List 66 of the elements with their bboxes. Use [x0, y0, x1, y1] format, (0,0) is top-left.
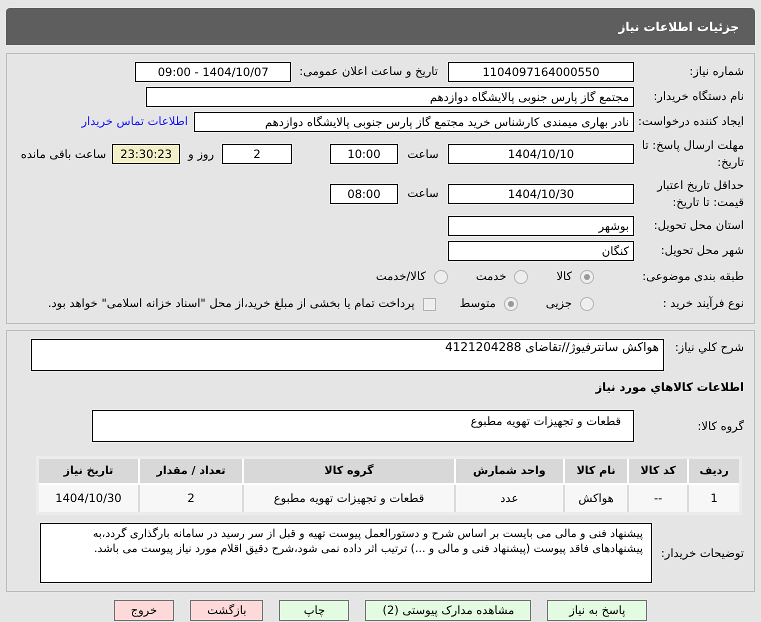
- field-label: ساعت: [406, 146, 440, 163]
- field-label: استان محل تحویل:: [654, 218, 744, 232]
- field-label: حداقل تاریخ اعتبار قیمت: تا تاریخ:: [657, 178, 744, 209]
- action-button[interactable]: خروج: [114, 600, 174, 622]
- field-label: نام دستگاه خریدار:: [653, 89, 744, 104]
- action-button[interactable]: پاسخ به نیاز: [547, 600, 648, 622]
- radio-label: متوسط: [460, 295, 496, 312]
- column-header: نام کالا: [564, 458, 628, 484]
- radio-button[interactable]: [504, 297, 518, 311]
- field-label: ساعت: [406, 185, 440, 202]
- column-header: گروه کالا: [243, 458, 455, 484]
- radio-label: خدمت: [476, 268, 506, 286]
- field-label: طبقه بندی موضوعی:: [642, 269, 744, 284]
- field-label: شهر محل تحویل:: [660, 243, 744, 258]
- goods-group-textarea[interactable]: قطعات و تجهیزات تهویه مطبوع: [92, 410, 634, 442]
- table-cell: --: [628, 484, 688, 514]
- deadline-time-field: 10:00: [330, 144, 398, 164]
- action-button[interactable]: بازگشت: [190, 600, 264, 622]
- field-label: شماره نیاز:: [689, 64, 744, 78]
- radio-button[interactable]: [514, 270, 528, 284]
- field-label: روز و: [188, 146, 214, 163]
- radio-button[interactable]: [434, 270, 448, 284]
- table-cell: 1404/10/30: [38, 484, 139, 514]
- table-cell: قطعات و تجهیزات تهویه مطبوع: [243, 484, 455, 514]
- column-header: تعداد / مقدار: [138, 458, 244, 484]
- radio-button[interactable]: [580, 297, 594, 311]
- field-label: شرح کلي نياز:: [674, 340, 744, 354]
- announce-date-field: 1404/10/07 - 09:00: [135, 62, 292, 82]
- table-cell: عدد: [454, 484, 564, 514]
- checkbox[interactable]: [422, 298, 436, 310]
- radio-label: جزیی: [546, 295, 572, 312]
- field-label: تاریخ و ساعت اعلان عمومی:: [299, 63, 438, 80]
- action-button[interactable]: چاپ: [279, 600, 350, 622]
- column-header: کد کالا: [628, 458, 688, 484]
- buyer-field: مجتمع گاز پارس جنوبی پالایشگاه دوازدهم: [146, 87, 634, 107]
- column-header: ردیف: [688, 458, 740, 484]
- validity-date-field: 1404/10/30: [448, 184, 634, 204]
- remaining-time-field: 23:30:23: [112, 144, 180, 164]
- field-label: ساعت باقی مانده: [20, 146, 106, 163]
- action-button[interactable]: مشاهده مدارک پیوستی (2): [365, 600, 532, 622]
- city-field: کنگان: [448, 241, 634, 261]
- field-label: مهلت ارسال پاسخ: تا تاریخ:: [642, 138, 744, 170]
- field-label: نوع فرآیند خرید :: [662, 296, 744, 310]
- province-field: بوشهر: [448, 216, 634, 236]
- need-number-field: 1104097164000550: [448, 62, 634, 82]
- table-cell: هواکش: [564, 484, 628, 514]
- field-label: ایجاد کننده درخواست:: [638, 114, 744, 128]
- field-label: توضیحات خریدار:: [660, 546, 744, 560]
- radio-label: کالا/خدمت: [376, 268, 426, 286]
- payment-label: پرداخت تمام یا بخشی از مبلغ خرید،از محل "اسناد خزانه اسلامی" خواهد بود.: [48, 295, 415, 312]
- summary-textarea[interactable]: هواکش سانترفیوژ//تقاضای 4121204288: [31, 339, 664, 371]
- table-cell: 1: [688, 484, 740, 514]
- table-cell: 2: [138, 484, 244, 514]
- column-header: تاریخ نیاز: [38, 458, 139, 484]
- deadline-date-field: 1404/10/10: [448, 144, 634, 164]
- column-header: واحد شمارش: [454, 458, 564, 484]
- days-field: 2: [222, 144, 292, 164]
- validity-time-field: 08:00: [330, 184, 398, 204]
- creator-field: نادر بهاری میمندی کارشناس خرید مجتمع گاز پارس جنوبی پالایشگاه دوازدهم: [194, 112, 634, 132]
- page-title: جزئیات اطلاعات نیاز: [618, 18, 739, 36]
- radio-label: کالا: [556, 268, 572, 286]
- radio-button[interactable]: [580, 270, 594, 284]
- notes-textarea[interactable]: پیشنهاد فنی و مالی می بایست بر اساس شرح و دستورالعمل پیوست تهیه و قبل از سر رسید در سامانه بارگذاری گردد،به پیشنهادهای فاقد پیوست (پیشنهاد فنی و مالی و ...) ترتیب اثر داده نمی شود،شرح دقیق اقلام مورد نیاز پیوست می باشد.: [40, 523, 652, 584]
- section-title: اطلاعات کالاهاي مورد نياز: [596, 379, 744, 396]
- contact-link[interactable]: اطلاعات تماس خریدار: [81, 113, 188, 131]
- field-label: گروه کالا:: [698, 418, 744, 433]
